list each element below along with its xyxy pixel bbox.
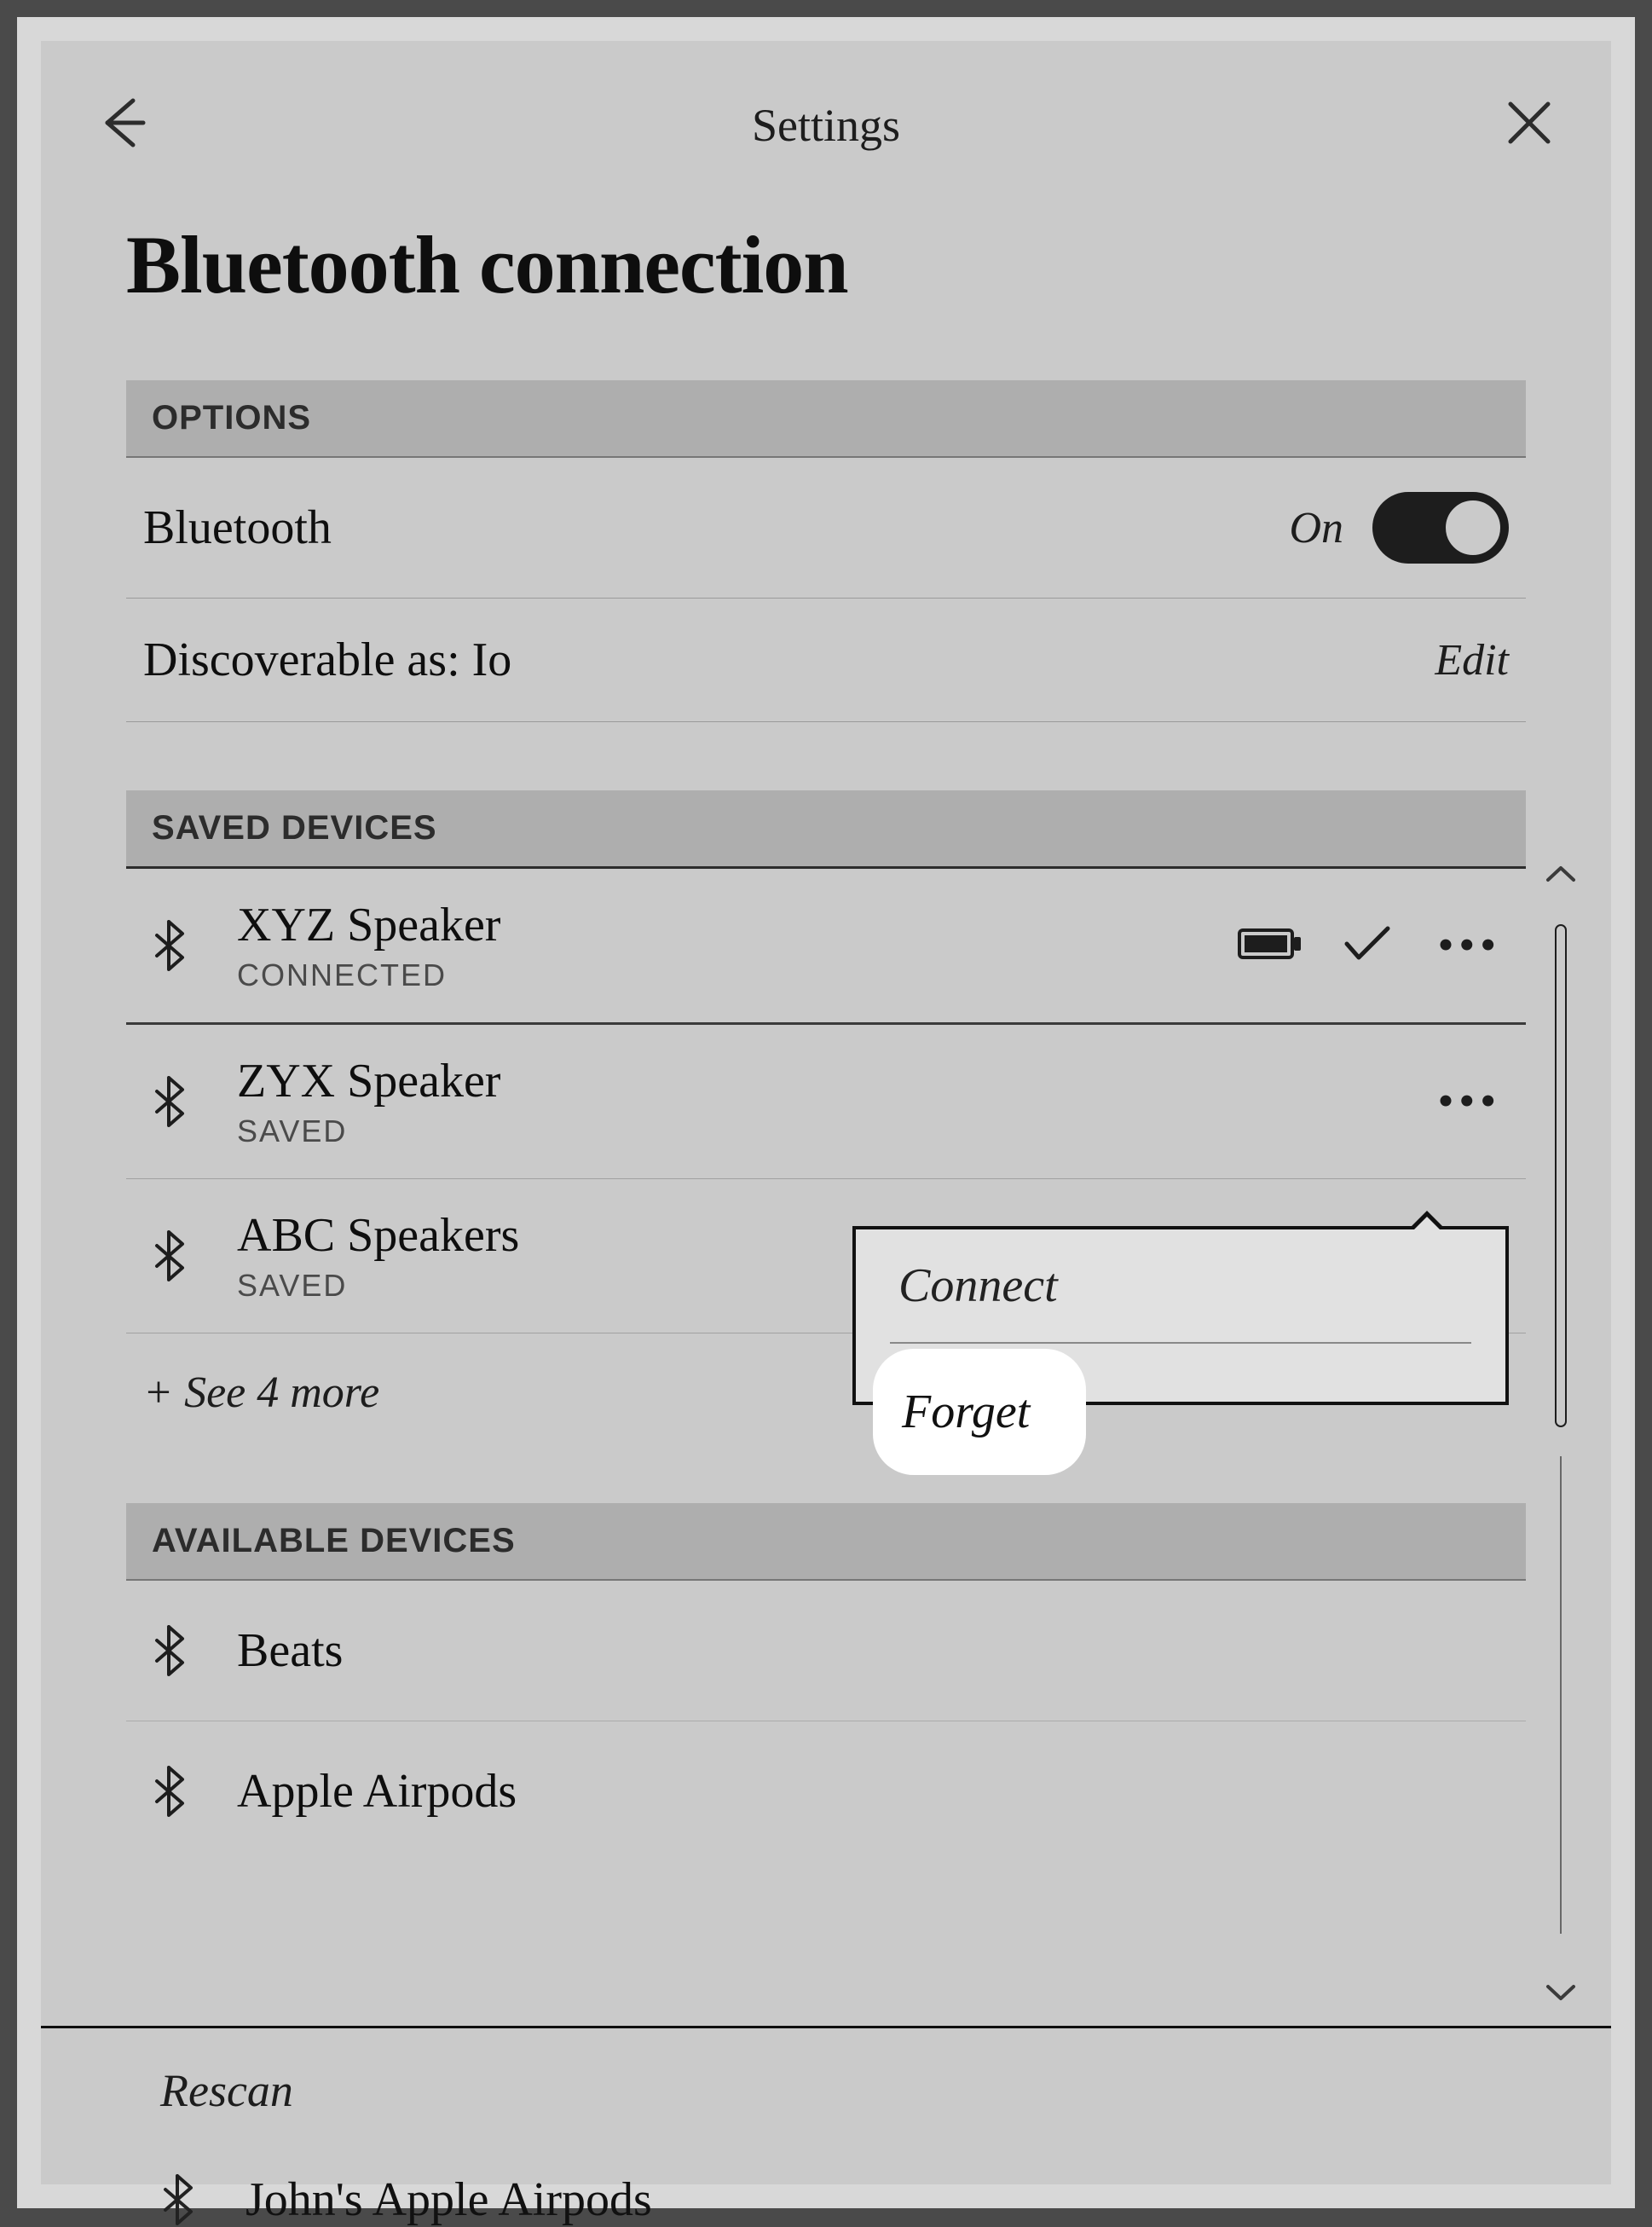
available-device-row[interactable]: Beats xyxy=(126,1581,1526,1721)
bluetooth-icon xyxy=(143,1625,194,1676)
edit-link[interactable]: Edit xyxy=(1435,635,1509,685)
section-options-header: OPTIONS xyxy=(126,380,1526,458)
bluetooth-toggle-row: Bluetooth On xyxy=(126,458,1526,599)
settings-panel: Settings Bluetooth connection OPTIONS Bl… xyxy=(41,41,1611,2184)
device-name: John's Apple Airpods xyxy=(245,2172,652,2227)
section-saved-header: SAVED DEVICES xyxy=(126,790,1526,869)
popup-connect[interactable]: Connect xyxy=(856,1229,1505,1342)
device-status: CONNECTED xyxy=(237,957,1195,993)
device-name: Beats xyxy=(237,1623,343,1678)
discoverable-label: Discoverable as: Io xyxy=(143,633,511,687)
rescan-button[interactable]: Rescan xyxy=(41,2026,1611,2153)
bluetooth-state-label: On xyxy=(1289,503,1343,553)
page-title: Bluetooth connection xyxy=(126,217,1526,312)
close-icon[interactable] xyxy=(1499,92,1560,158)
scrollbar[interactable] xyxy=(1553,894,1568,1968)
header-bar: Settings xyxy=(41,41,1611,183)
bluetooth-icon xyxy=(143,1230,194,1281)
header-title: Settings xyxy=(752,99,900,152)
popup-forget[interactable]: Forget xyxy=(873,1349,1086,1475)
battery-icon xyxy=(1238,925,1303,967)
device-name: ZYX Speaker xyxy=(237,1054,1389,1108)
check-icon xyxy=(1343,925,1391,967)
available-device-row[interactable]: Apple Airpods xyxy=(126,1721,1526,1861)
device-name: Apple Airpods xyxy=(237,1764,517,1819)
device-name: XYZ Speaker xyxy=(237,898,1195,952)
bluetooth-icon xyxy=(143,1076,194,1127)
more-options-icon[interactable]: ••• xyxy=(1432,1081,1509,1122)
device-status: SAVED xyxy=(237,1114,1389,1149)
scroll-thumb[interactable] xyxy=(1555,924,1567,1427)
more-options-icon[interactable]: ••• xyxy=(1432,925,1509,966)
section-available-header: AVAILABLE DEVICES xyxy=(126,1503,1526,1581)
bluetooth-toggle[interactable] xyxy=(1372,492,1509,564)
scroll-up-icon[interactable] xyxy=(1545,863,1577,883)
bluetooth-icon xyxy=(143,920,194,971)
saved-device-row[interactable]: XYZ Speaker CONNECTED ••• xyxy=(126,869,1526,1025)
back-arrow-icon[interactable] xyxy=(92,92,153,158)
bluetooth-icon xyxy=(143,1766,194,1817)
bluetooth-icon xyxy=(152,2174,203,2225)
discoverable-row: Discoverable as: Io Edit xyxy=(126,599,1526,722)
saved-device-row[interactable]: ZYX Speaker SAVED ••• xyxy=(126,1025,1526,1179)
scroll-down-icon[interactable] xyxy=(1545,1983,1577,2004)
available-device-row[interactable]: John's Apple Airpods xyxy=(152,2172,652,2227)
bluetooth-label: Bluetooth xyxy=(143,500,332,555)
